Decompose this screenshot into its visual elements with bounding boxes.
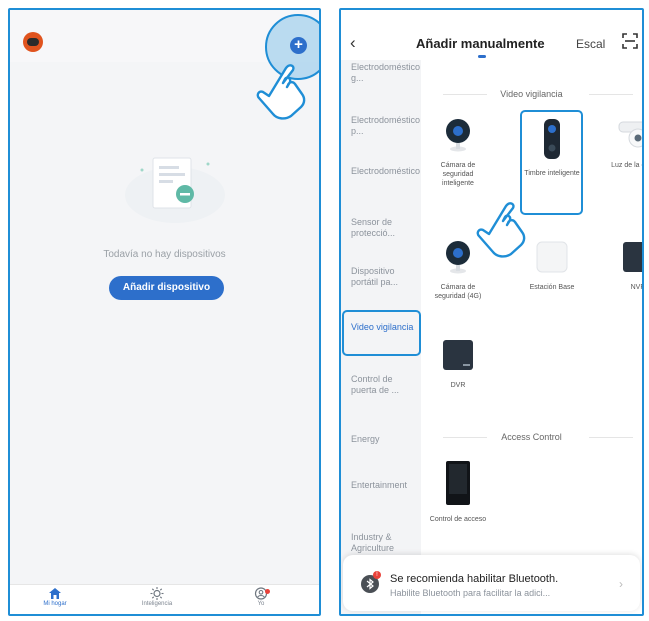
add-plus-button[interactable]: + <box>290 37 307 54</box>
bluetooth-title: Se recomienda habilitar Bluetooth. <box>390 573 559 585</box>
chevron-right-icon[interactable]: › <box>619 577 623 591</box>
back-icon[interactable]: ‹ <box>350 34 356 51</box>
device-label: Cámara de seguridad inteligente <box>440 162 476 187</box>
device-access-control[interactable]: Control de acceso <box>428 460 488 524</box>
category-energy[interactable]: Energy <box>351 434 417 445</box>
tab-add-manually[interactable]: Añadir manualmente <box>416 36 545 51</box>
device-label: Luz de la cámara <box>611 162 642 169</box>
category-sidebar: Electrodoméstico g... Electrodoméstico p… <box>341 60 421 614</box>
device-camera-4g[interactable]: Cámara de seguridad (4G) <box>428 240 488 301</box>
device-label: NVR <box>630 284 644 291</box>
tab-scan[interactable]: Escal <box>576 37 605 51</box>
alert-badge: ! <box>373 571 381 579</box>
tab-profile-label: Yo <box>257 601 265 607</box>
category-appliance-small[interactable]: Electrodoméstico p... <box>351 115 420 137</box>
empty-devices-illustration <box>125 157 225 223</box>
device-smart-camera[interactable]: Cámara de seguridad inteligente <box>428 118 488 188</box>
tab-intelligence[interactable]: Inteligencia <box>122 587 192 607</box>
category-industry-agriculture[interactable]: Industry & Agriculture <box>351 532 417 554</box>
device-base-station[interactable]: Estación Base <box>522 240 582 292</box>
category-video-surveillance[interactable]: Video vigilancia <box>351 322 417 333</box>
device-label: Cámara de seguridad (4G) <box>434 284 482 300</box>
device-nvr[interactable]: NVR <box>608 240 644 292</box>
empty-state-text: Todavía no hay dispositivos <box>103 249 226 260</box>
device-smart-doorbell[interactable]: Timbre inteligente <box>522 118 582 178</box>
category-portable-device[interactable]: Dispositivo portátil pa... <box>351 266 417 288</box>
device-label: Estación Base <box>529 284 575 291</box>
device-label: Control de acceso <box>429 516 487 523</box>
device-label: Timbre inteligente <box>524 170 580 177</box>
category-appliance[interactable]: Electrodoméstico <box>351 166 420 177</box>
section-title-video: Video vigilancia <box>500 89 563 99</box>
tab-profile[interactable]: Yo <box>226 587 296 607</box>
notification-dot <box>265 589 270 594</box>
home-avatar-icon[interactable] <box>23 32 43 52</box>
doorbell-icon <box>544 119 560 159</box>
scan-icon[interactable] <box>622 33 638 49</box>
add-manually-header: ‹ Añadir manualmente Escal <box>341 10 642 60</box>
device-dvr[interactable]: DVR <box>428 338 488 390</box>
pointing-hand-icon <box>256 64 306 120</box>
tab-home-label: Mi hogar <box>43 601 67 607</box>
home-icon <box>49 588 61 599</box>
bluetooth-banner[interactable]: ! Se recomienda habilitar Bluetooth. Hab… <box>343 555 640 611</box>
camera-light-icon <box>618 121 642 148</box>
access-control-icon <box>446 461 470 505</box>
camera-icon <box>446 119 470 152</box>
camera-4g-icon <box>446 241 470 274</box>
device-camera-light[interactable]: Luz de la cámara <box>608 118 642 170</box>
nvr-icon <box>623 242 642 272</box>
bottom-tab-bar: Mi hogar Inteligencia Yo <box>10 584 319 614</box>
sun-icon <box>150 587 164 600</box>
add-manually-screen: ‹ Añadir manualmente Escal Electrodomést… <box>339 8 644 616</box>
tab-home[interactable]: Mi hogar <box>20 587 90 607</box>
bluetooth-subtitle: Habilite Bluetooth para facilitar la adi… <box>390 588 551 598</box>
device-grid: Video vigilancia Cámara de seguridad int… <box>421 60 642 614</box>
category-entertainment[interactable]: Entertainment <box>351 480 417 491</box>
add-device-button[interactable]: Añadir dispositivo <box>109 276 224 300</box>
device-label: DVR <box>450 382 466 389</box>
category-protection-sensor[interactable]: Sensor de protecció... <box>351 217 417 239</box>
category-appliance-large[interactable]: Electrodoméstico g... <box>351 62 420 84</box>
home-screen: + Todavía no hay dispositivos Añadir dis… <box>8 8 321 616</box>
dvr-icon <box>443 340 473 370</box>
section-title-access: Access Control <box>501 432 562 442</box>
base-station-icon <box>536 241 568 273</box>
selected-category-highlight <box>342 310 421 356</box>
tab-intelligence-label: Inteligencia <box>141 601 173 607</box>
active-tab-indicator <box>478 55 486 58</box>
category-door-control[interactable]: Control de puerta de ... <box>351 374 417 396</box>
